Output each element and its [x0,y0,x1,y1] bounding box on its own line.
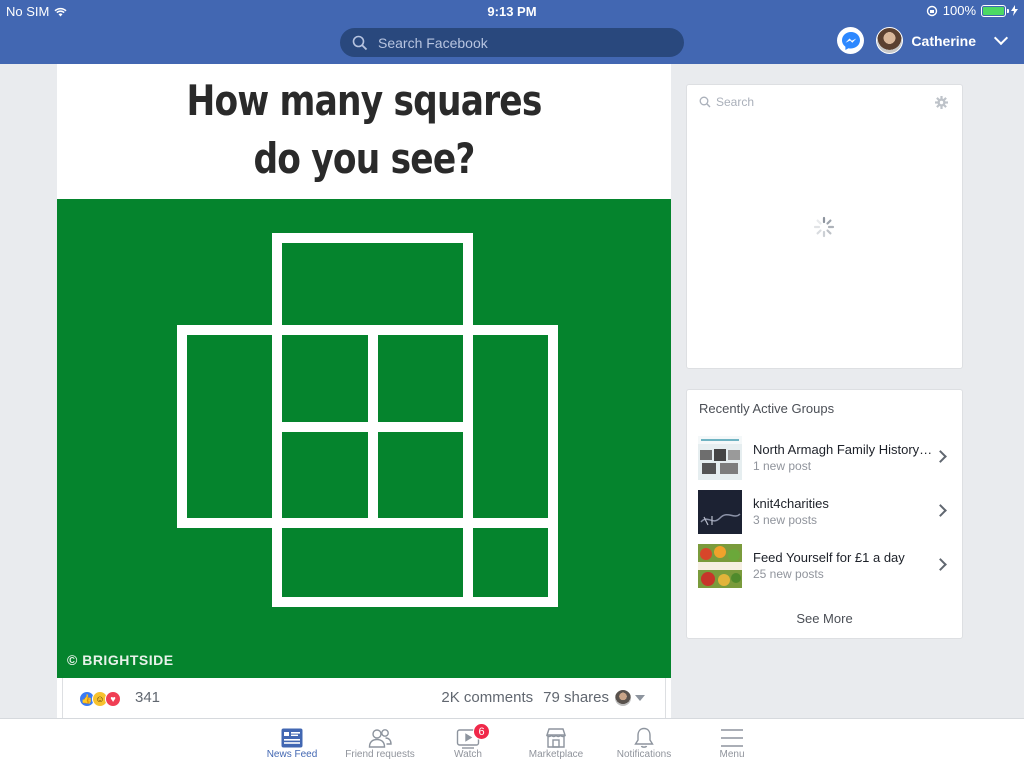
tab-label: Friend requests [345,749,415,760]
squares-puzzle-drawing [177,233,558,607]
loading-spinner-icon [813,216,835,238]
group-item-feed-yourself[interactable]: Feed Yourself for £1 a day 25 new posts [698,544,953,590]
tab-menu[interactable]: Menu [688,719,776,768]
group-item-knit4charities[interactable]: knit4charities 3 new posts [698,490,953,536]
profile-avatar[interactable] [876,27,904,54]
top-navigation-bar: No SIM 9:13 PM 100% Catherine [0,0,1024,64]
love-reaction-icon: ♥ [105,691,121,707]
groups-heading: Recently Active Groups [699,401,835,416]
shares-count[interactable]: 79 shares [543,689,609,706]
group-thumbnail [698,490,742,534]
comments-count[interactable]: 2K comments [441,689,533,706]
charging-icon [1011,5,1018,16]
see-more-groups-link[interactable]: See More [687,611,962,626]
post-title-line-1: How many squares [186,76,542,125]
search-icon [699,96,711,108]
puzzle-square-top [272,233,473,335]
tab-friend-requests[interactable]: Friend requests [336,719,424,768]
chevron-right-icon [934,558,947,571]
news-feed-icon [281,728,303,748]
battery-percentage: 100% [942,3,976,18]
share-as-avatar[interactable] [615,690,631,706]
tab-label: Marketplace [528,749,584,760]
chevron-right-icon [934,450,947,463]
group-name: North Armagh Family History… [753,442,933,457]
tab-label: News Feed [266,749,318,760]
chevron-right-icon [934,504,947,517]
status-bar: No SIM 9:13 PM 100% [0,0,1024,22]
group-new-posts: 3 new posts [753,513,818,527]
group-name: Feed Yourself for £1 a day [753,550,905,565]
battery-icon [981,4,1009,17]
tab-label: Notifications [616,749,672,760]
reaction-count[interactable]: 341 [135,689,160,706]
gear-icon[interactable] [935,96,948,109]
group-new-posts: 1 new post [753,459,812,473]
marketplace-icon [546,728,566,748]
messenger-icon [841,31,860,50]
account-menu-chevron-icon[interactable] [993,30,1009,46]
tab-label: Menu [719,749,745,760]
bell-icon [634,727,654,748]
status-right: 100% [926,3,1018,18]
recently-active-groups: Recently Active Groups North Armagh Fami… [686,389,963,639]
profile-name[interactable]: Catherine [911,33,976,49]
tab-notifications[interactable]: Notifications [600,719,688,768]
group-new-posts: 25 new posts [753,567,824,581]
reaction-icons[interactable]: 👍 ☺ ♥ [79,691,121,707]
header-right: Catherine [837,27,1009,54]
tab-label: Watch [454,749,482,760]
tab-news-feed[interactable]: News Feed [248,719,336,768]
group-name: knit4charities [753,496,829,511]
group-item-north-armagh[interactable]: North Armagh Family History… 1 new post [698,436,953,482]
friend-requests-icon [368,729,392,748]
chat-search[interactable]: Search [699,95,754,109]
chat-search-placeholder: Search [716,95,755,109]
news-feed-post: How many squares do you see? © BRIGHTSID… [57,64,671,718]
puzzle-bottom-frame [272,518,558,607]
group-thumbnail [698,436,742,480]
post-stats: 2K comments 79 shares [441,689,609,706]
post-reactions-bar: 👍 ☺ ♥ 341 2K comments 79 shares [62,678,666,718]
share-as-chevron-icon[interactable] [635,695,645,701]
group-thumbnail [698,544,742,588]
image-credit: © BRIGHTSIDE [67,652,174,668]
search-input[interactable] [378,34,668,51]
chat-sidebar: Search [686,84,963,369]
orientation-lock-icon [926,5,937,16]
tab-marketplace[interactable]: Marketplace [512,719,600,768]
messenger-button[interactable] [837,27,865,54]
squares-puzzle-image[interactable]: © BRIGHTSIDE [57,199,671,678]
bottom-tab-bar: News Feed Friend requests 6 Watch Market… [0,718,1024,768]
post-title-line-2: do you see? [253,134,475,183]
tab-watch[interactable]: 6 Watch [424,719,512,768]
watch-notification-badge: 6 [473,723,490,740]
facebook-search-bar[interactable] [340,28,684,57]
clock: 9:13 PM [487,4,537,19]
post-image-title: How many squares do you see? [57,72,671,188]
search-icon [352,35,368,50]
menu-icon [721,729,743,747]
